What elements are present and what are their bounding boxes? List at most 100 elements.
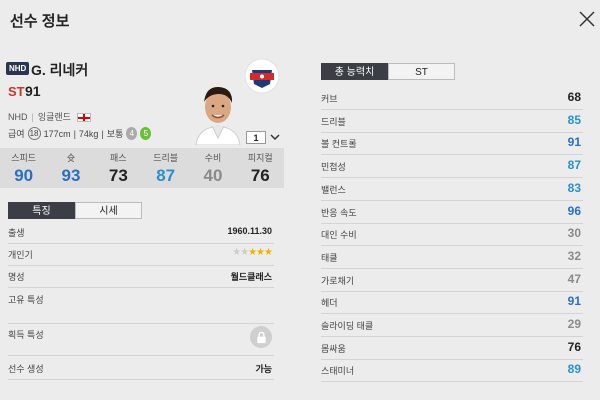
ability-tabs: 총 능력치 ST <box>321 63 455 80</box>
ability-row: 민첩성 87 <box>321 156 583 179</box>
body-type: 보통 <box>106 129 124 139</box>
list-item-unique-traits: 고유 특성 <box>8 288 274 324</box>
list-item-create: 선수 생성 가능 <box>8 356 274 380</box>
season-logo <box>244 58 280 94</box>
ability-value: 91 <box>567 135 581 150</box>
season-badge: NHD <box>6 62 30 75</box>
player-ovr: 91 <box>25 83 41 99</box>
reputation-label: 명성 <box>8 272 25 282</box>
ability-label: 민첩성 <box>321 162 346 173</box>
stat-label: 패스 <box>110 153 127 163</box>
ability-label: 드리블 <box>321 116 346 127</box>
pay-badge: 18 <box>27 127 41 140</box>
ability-value: 76 <box>567 339 581 354</box>
tab-total-ability[interactable]: 총 능력치 <box>321 63 388 80</box>
ability-label: 밸런스 <box>321 184 346 195</box>
ability-label: 커브 <box>321 94 338 104</box>
ability-row: 몸싸움 76 <box>321 338 583 360</box>
ability-row: 슬라이딩 태클 29 <box>321 315 583 337</box>
stat-label: 스피드 <box>11 153 37 163</box>
ability-value: 85 <box>567 112 581 127</box>
ability-label: 볼 컨트롤 <box>321 139 357 150</box>
level-dropdown-button[interactable] <box>269 131 281 143</box>
season-code: NHD <box>8 112 28 122</box>
stat-label: 피지컬 <box>247 153 273 163</box>
ability-value: 87 <box>567 158 581 173</box>
ability-label: 태클 <box>321 252 338 263</box>
detail-tabs: 특징 시세 <box>8 202 142 219</box>
window-title: 선수 정보 <box>10 13 70 30</box>
reputation-value: 월드클래스 <box>230 272 272 282</box>
stat-shooting: 슛 93 <box>47 148 94 188</box>
close-button[interactable] <box>578 10 600 32</box>
stat-label: 수비 <box>204 153 222 163</box>
ability-value: 89 <box>567 362 581 377</box>
tab-market[interactable]: 시세 <box>75 202 142 219</box>
ability-label: 반응 속도 <box>321 207 357 218</box>
ability-value: 91 <box>567 294 581 309</box>
stat-value: 40 <box>203 166 223 185</box>
ability-row: 반응 속도 96 <box>321 202 583 224</box>
right-foot-badge: 5 <box>140 127 152 140</box>
ability-row: 대인 수비 30 <box>321 224 583 247</box>
ability-value: 83 <box>567 180 581 195</box>
ability-value: 30 <box>567 226 581 241</box>
ability-row: 헤더 91 <box>321 292 583 315</box>
summary-stats: 스피드 90 슛 93 패스 73 드리블 87 수비 40 피지컬 76 <box>0 148 284 188</box>
birth-value: 1960.11.30 <box>227 226 272 236</box>
tab-traits[interactable]: 특징 <box>8 202 75 219</box>
create-label: 선수 생성 <box>8 364 44 374</box>
level-select[interactable]: 1 <box>246 131 266 144</box>
ability-value: 47 <box>567 271 581 286</box>
popularity-label: 개인기 <box>8 250 33 260</box>
stat-value: 87 <box>156 166 176 185</box>
divider: | <box>73 128 76 139</box>
chevron-down-icon <box>270 134 280 141</box>
ability-row: 가로채기 47 <box>321 270 583 292</box>
stat-value: 93 <box>61 166 81 185</box>
star-filled-icon: ★★★ <box>248 247 273 258</box>
height-value: 177cm <box>43 128 71 139</box>
player-info-line: 급여 18 177cm | 74kg | 보통 4 5 <box>8 127 152 140</box>
ability-label: 헤더 <box>321 298 338 309</box>
birth-label: 출생 <box>8 228 25 238</box>
ability-value: 68 <box>567 90 581 104</box>
list-item-birth: 출생 1960.11.30 <box>8 222 274 244</box>
unique-traits-label: 고유 특성 <box>8 295 44 305</box>
ability-label: 슬라이딩 태클 <box>321 321 374 331</box>
player-photo <box>192 80 244 145</box>
acquired-traits-label: 획득 특성 <box>8 330 44 340</box>
star-rating: ★★★★★ <box>232 247 273 258</box>
ability-row: 밸런스 83 <box>321 179 583 201</box>
star-empty-icon: ★★ <box>232 247 249 258</box>
ability-row: 커브 68 <box>321 88 583 110</box>
close-icon <box>579 11 595 27</box>
stat-label: 드리블 <box>153 153 179 163</box>
ability-label: 몸싸움 <box>321 343 346 354</box>
weight-value: 74kg <box>78 128 99 139</box>
player-name: G. 리네커 <box>31 62 89 78</box>
ability-value: 29 <box>567 317 581 331</box>
divider: | <box>101 128 104 139</box>
list-item-popularity: 개인기 ★★★★★ <box>8 244 274 266</box>
create-value: 가능 <box>255 364 272 374</box>
ability-row: 볼 컨트롤 91 <box>321 133 583 156</box>
player-position: ST <box>8 84 25 99</box>
ability-value: 96 <box>567 203 581 218</box>
stat-value: 90 <box>14 166 34 185</box>
stat-defending: 수비 40 <box>189 148 236 188</box>
ability-label: 대인 수비 <box>321 230 357 241</box>
lock-button[interactable] <box>250 326 272 348</box>
stat-value: 76 <box>250 166 270 185</box>
ability-label: 스태미너 <box>321 366 355 377</box>
player-origin: NHD | 잉글랜드 <box>8 110 92 123</box>
ability-row: 스태미너 89 <box>321 360 583 383</box>
stat-label: 슛 <box>66 153 76 163</box>
england-flag-icon <box>77 113 92 123</box>
tab-position-ability[interactable]: ST <box>388 63 455 80</box>
ability-row: 태클 32 <box>321 247 583 269</box>
ability-value: 32 <box>567 248 581 263</box>
ability-row: 드리블 85 <box>321 111 583 133</box>
country-name: 잉글랜드 <box>37 112 71 122</box>
stat-passing: 패스 73 <box>95 148 142 188</box>
